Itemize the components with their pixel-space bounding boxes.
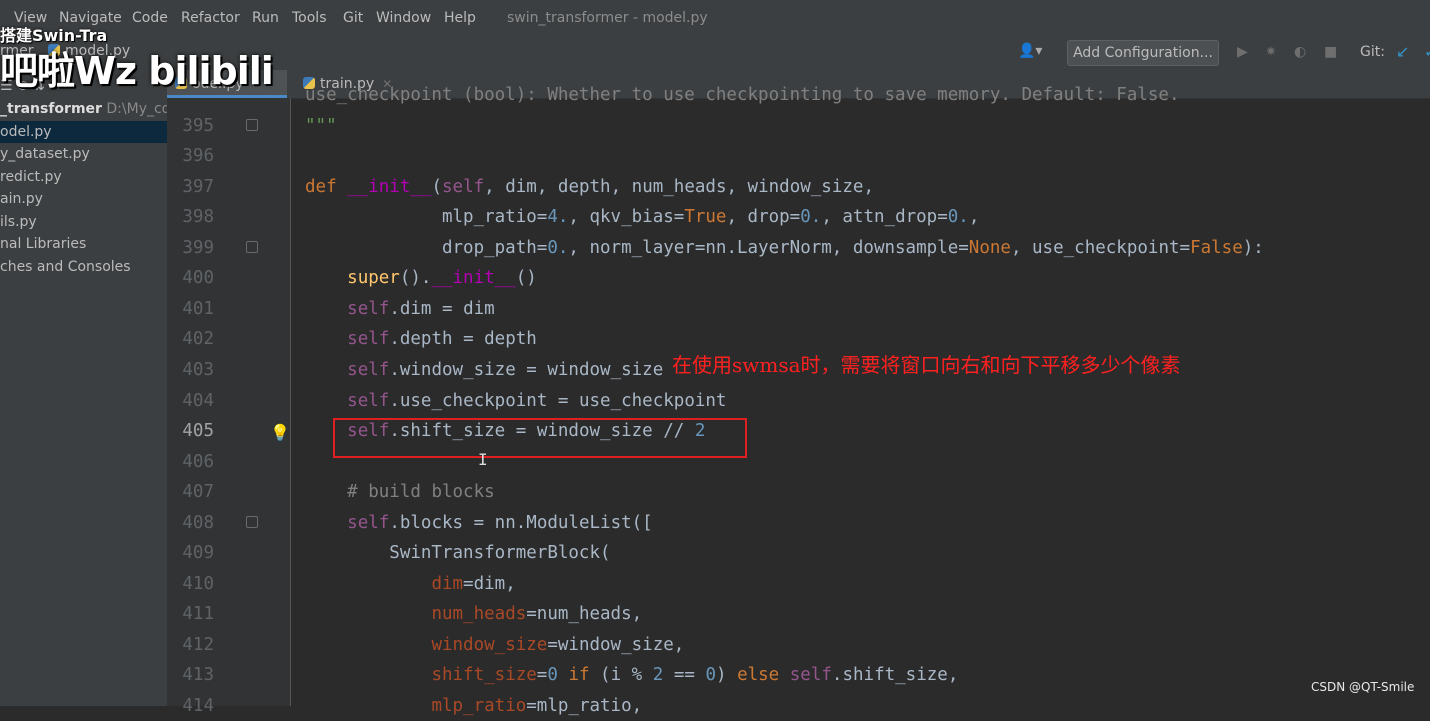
code-line[interactable]: 401 self.dim = dim	[0, 294, 1430, 324]
code-line[interactable]: 396	[0, 141, 1430, 171]
code-text: drop_path=0., norm_layer=nn.LayerNorm, d…	[305, 237, 1264, 258]
line-number: 401	[182, 298, 214, 319]
fold-marker-icon[interactable]	[246, 240, 258, 253]
line-number: 410	[182, 573, 214, 594]
line-number: 397	[182, 176, 214, 197]
menu-code[interactable]: Code	[132, 10, 168, 26]
menu-git[interactable]: Git	[343, 10, 363, 26]
line-number: 396	[182, 146, 214, 167]
bilibili-watermark: 吧啦Wz bilibili	[0, 49, 274, 93]
line-number: 404	[182, 390, 214, 411]
line-number: 398	[182, 207, 214, 228]
code-line[interactable]: 411 num_heads=num_heads,	[0, 599, 1430, 629]
line-number: 412	[182, 634, 214, 655]
user-icon[interactable]: 👤▾	[1018, 43, 1042, 59]
line-number: 399	[182, 237, 214, 258]
intention-bulb-icon[interactable]: 💡	[270, 418, 290, 448]
code-line[interactable]: 398 mlp_ratio=4., qkv_bias=True, drop=0.…	[0, 202, 1430, 232]
code-line[interactable]: 409 SwinTransformerBlock(	[0, 538, 1430, 568]
menu-tools[interactable]: Tools	[292, 10, 327, 26]
highlight-box	[333, 418, 747, 458]
code-text: num_heads=num_heads,	[431, 604, 643, 625]
code-line[interactable]: 412 window_size=window_size,	[0, 630, 1430, 660]
fold-marker-icon[interactable]	[246, 515, 258, 528]
line-number: 405	[182, 421, 214, 442]
add-configuration-button[interactable]: Add Configuration...	[1067, 40, 1219, 66]
stop-icon[interactable]: ■	[1324, 44, 1337, 60]
line-number: 414	[182, 696, 214, 716]
code-text: shift_size=0 if (i % 2 == 0) else self.s…	[431, 665, 959, 686]
line-number: 408	[182, 512, 214, 533]
menu-refactor[interactable]: Refactor	[181, 10, 240, 26]
code-text: self.window_size = window_size	[347, 359, 664, 380]
code-line[interactable]: 414 mlp_ratio=mlp_ratio,	[0, 691, 1430, 721]
code-text: def __init__(self, dim, depth, num_heads…	[305, 176, 874, 197]
line-number: 409	[182, 543, 214, 564]
annotation-text: 在使用swmsa时，需要将窗口向右和向下平移多少个像素	[672, 353, 1181, 377]
code-text: dim=dim,	[431, 573, 516, 594]
coverage-icon[interactable]: ◐	[1294, 44, 1306, 60]
code-line[interactable]: 413 shift_size=0 if (i % 2 == 0) else se…	[0, 660, 1430, 690]
git-commit-icon[interactable]: ✓	[1424, 42, 1430, 61]
code-line[interactable]: 399 drop_path=0., norm_layer=nn.LayerNor…	[0, 233, 1430, 263]
code-line[interactable]: 408 self.blocks = nn.ModuleList([	[0, 508, 1430, 538]
code-text: mlp_ratio=4., qkv_bias=True, drop=0., at…	[305, 207, 980, 228]
line-number: 406	[182, 451, 214, 472]
text-cursor: I	[478, 450, 488, 469]
line-number: 413	[182, 665, 214, 686]
line-number: 407	[182, 482, 214, 503]
line-number: 403	[182, 359, 214, 380]
menu-window[interactable]: Window	[376, 10, 431, 26]
line-number: 402	[182, 329, 214, 350]
code-line[interactable]: 397 def __init__(self, dim, depth, num_he…	[0, 172, 1430, 202]
code-line[interactable]: 407 # build blocks	[0, 477, 1430, 507]
code-line[interactable]: 395 """	[0, 111, 1430, 141]
debug-icon[interactable]: ✷	[1265, 44, 1277, 60]
code-text: super().__init__()	[347, 268, 537, 289]
run-icon[interactable]: ▶	[1237, 44, 1248, 60]
code-text: SwinTransformerBlock(	[305, 543, 611, 564]
line-number: 400	[182, 268, 214, 289]
code-text: self.dim = dim	[347, 298, 495, 319]
git-label: Git:	[1360, 44, 1385, 60]
code-text: self.use_checkpoint = use_checkpoint	[347, 390, 727, 411]
code-text: mlp_ratio=mlp_ratio,	[431, 696, 643, 716]
code-line[interactable]: 400 super().__init__()	[0, 263, 1430, 293]
code-line[interactable]: 404 self.use_checkpoint = use_checkpoint	[0, 386, 1430, 416]
fold-marker-icon[interactable]	[246, 118, 258, 131]
code-text: # build blocks	[347, 482, 495, 503]
code-text: self.blocks = nn.ModuleList([	[347, 512, 653, 533]
code-text: window_size=window_size,	[431, 634, 685, 655]
window-title: swin_transformer - model.py	[507, 10, 708, 26]
code-line[interactable]: 410 dim=dim,	[0, 569, 1430, 599]
menu-run[interactable]: Run	[252, 10, 279, 26]
code-text: """	[305, 115, 337, 136]
menu-help[interactable]: Help	[444, 10, 476, 26]
line-number: 395	[182, 115, 214, 136]
git-update-icon[interactable]: ↙	[1396, 42, 1409, 61]
line-number: 411	[182, 604, 214, 625]
csdn-watermark: CSDN @QT-Smile	[1311, 680, 1415, 694]
code-text: use_checkpoint (bool): Whether to use ch…	[305, 85, 1180, 105]
menu-bar: View Navigate Code Refactor Run Tools Gi…	[0, 0, 1430, 36]
code-text: self.depth = depth	[347, 329, 537, 350]
